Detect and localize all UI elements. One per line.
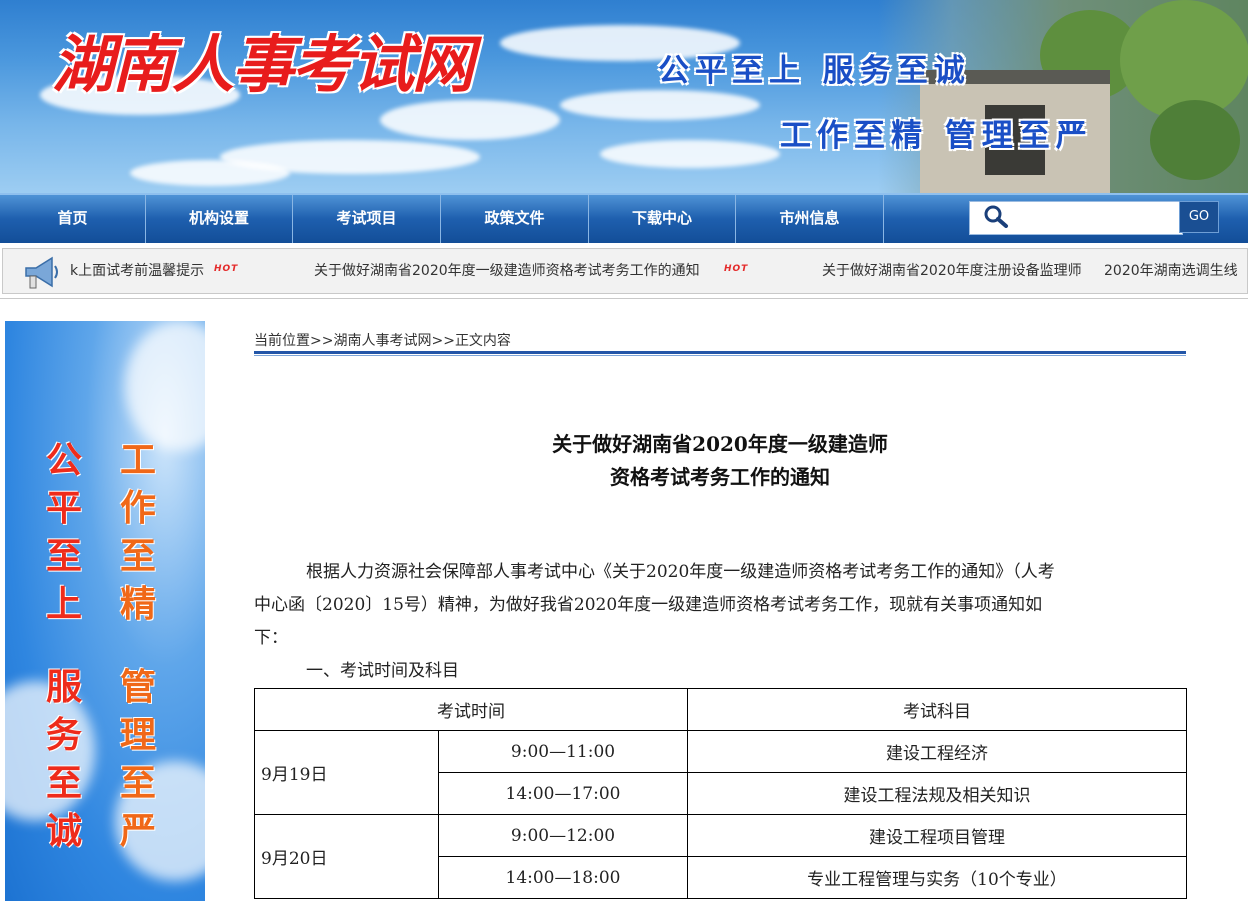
table-row: 考试时间 考试科目: [254, 688, 1187, 731]
breadcrumb-home-link[interactable]: 湖南人事考试网: [333, 333, 431, 349]
ticker-item[interactable]: 关于做好湖南省2020年度一级建造师资格考试考务工作的通知: [314, 260, 700, 280]
side-char: 工作至精: [119, 439, 156, 625]
exam-date: 9月20日: [254, 814, 439, 899]
article-paragraph: 下：: [254, 628, 288, 648]
nav-item-policy[interactable]: 政策文件: [441, 195, 589, 243]
ticker-item[interactable]: 关于做好湖南省2020年度注册设备监理师: [822, 260, 1082, 280]
table-row: 9月19日 9:00—11:00 建设工程经济: [254, 730, 1187, 815]
exam-schedule-table: 考试时间 考试科目 9月19日 9:00—11:00 建设工程经济 14:00—…: [254, 688, 1187, 899]
article-paragraph: 根据人力资源社会保障部人事考试中心《关于2020年度一级建造师资格考试考务工作的…: [306, 562, 1055, 582]
nav-item-exam-projects[interactable]: 考试项目: [293, 195, 441, 243]
breadcrumb-label: 当前位置: [254, 333, 310, 349]
exam-date: 9月19日: [254, 730, 439, 815]
nav-item-city-info[interactable]: 市州信息: [736, 195, 884, 243]
side-char: 服务至诚: [45, 666, 82, 852]
nav-item-download[interactable]: 下载中心: [589, 195, 736, 243]
hot-badge: HOT: [724, 264, 749, 274]
search-icon[interactable]: [983, 204, 1009, 228]
article-title-line1: 关于做好湖南省2020年度一级建造师: [552, 432, 888, 456]
side-char: 公平至上: [45, 439, 82, 625]
article-title-line2: 资格考试考务工作的通知: [610, 465, 830, 489]
header-time: 考试时间: [254, 688, 688, 731]
ticker-item[interactable]: k上面试考前温馨提示: [70, 260, 204, 280]
exam-subject: 建设工程经济: [687, 730, 1187, 773]
side-char: 管理至严: [119, 666, 156, 852]
breadcrumb-rule: [254, 351, 1186, 354]
exam-time: 9:00—11:00: [438, 730, 688, 773]
exam-time: 14:00—18:00: [438, 856, 688, 899]
table-row: 9月20日 9:00—12:00 建设工程项目管理: [254, 814, 1187, 899]
exam-subject: 建设工程法规及相关知识: [687, 772, 1187, 815]
exam-subject: 专业工程管理与实务（10个专业）: [687, 856, 1187, 899]
breadcrumb-current: 正文内容: [454, 333, 511, 349]
section-heading: 一、考试时间及科目: [306, 661, 459, 681]
hot-badge: HOT: [214, 264, 239, 274]
nav-item-home[interactable]: 首页: [0, 195, 146, 243]
side-slogan-panel: 公平至上 工作至精 服务至诚 管理至严: [5, 321, 205, 901]
nav-item-organization[interactable]: 机构设置: [146, 195, 293, 243]
ticker-item[interactable]: 2020年湖南选调生线: [1104, 260, 1242, 280]
page: 湖南人事考试网 公平至上 服务至诚 工作至精 管理至严 首页 机构设置 考试项目…: [0, 0, 1248, 901]
header-subject: 考试科目: [687, 688, 1187, 731]
exam-time: 9:00—12:00: [438, 814, 688, 857]
article-paragraph: 中心函〔2020〕15号）精神，为做好我省2020年度一级建造师资格考试考务工作…: [254, 595, 1043, 615]
exam-time: 14:00—17:00: [438, 772, 688, 815]
slogan-line2: 工作至精 管理至严: [780, 118, 1093, 154]
slogan-line1: 公平至上 服务至诚: [658, 53, 971, 89]
breadcrumb: 当前位置>>湖南人事考试网>>正文内容: [254, 333, 511, 349]
exam-subject: 建设工程项目管理: [687, 814, 1187, 857]
divider: [0, 298, 1248, 299]
header-banner: 湖南人事考试网 公平至上 服务至诚 工作至精 管理至严: [0, 0, 1248, 193]
site-title-logo[interactable]: 湖南人事考试网: [52, 14, 474, 104]
search-go-button[interactable]: GO: [1179, 201, 1219, 233]
megaphone-icon: [25, 256, 58, 289]
